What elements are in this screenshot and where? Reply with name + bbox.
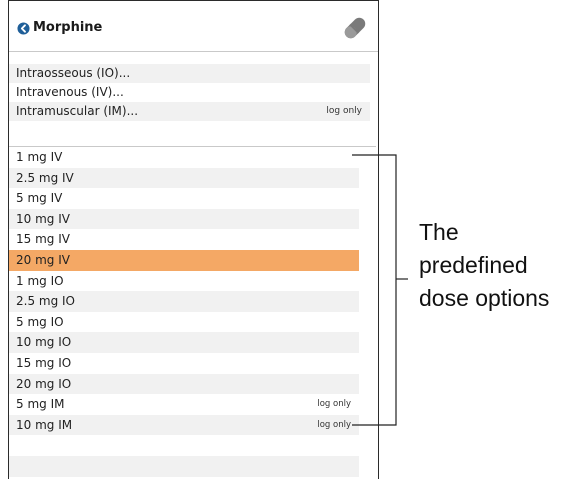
dose-item[interactable]: 1 mg IV <box>9 147 359 168</box>
route-item-intraosseous[interactable]: Intraosseous (IO)... <box>9 64 370 83</box>
dose-item[interactable]: 20 mg IO <box>9 373 359 395</box>
dose-item[interactable]: 2.5 mg IO <box>9 291 359 312</box>
log-only-tag: log only <box>317 419 351 430</box>
dose-label: 5 mg IV <box>16 191 63 206</box>
dose-label: 1 mg IO <box>16 273 64 288</box>
dose-list: 1 mg IV 2.5 mg IV 5 mg IV 10 mg IV 15 mg… <box>9 147 359 477</box>
dose-label: 2.5 mg IV <box>16 170 74 185</box>
dose-item[interactable]: 5 mg IM log only <box>9 394 359 415</box>
annotation-line: predefined <box>419 252 528 278</box>
dose-item[interactable]: 10 mg IO <box>9 332 359 353</box>
dose-item[interactable]: 5 mg IO <box>9 312 359 333</box>
dose-label: 5 mg IO <box>16 314 64 329</box>
dose-item-selected[interactable]: 20 mg IV <box>9 249 359 271</box>
dose-item[interactable]: 10 mg IV <box>9 208 359 230</box>
dose-item[interactable]: 1 mg IO <box>9 271 359 292</box>
route-item-intravenous[interactable]: Intravenous (IV)... <box>9 83 370 102</box>
pill-icon[interactable] <box>340 13 370 43</box>
dose-label: 20 mg IO <box>16 376 72 391</box>
empty-row <box>9 435 359 456</box>
route-label: Intramuscular (IM)... <box>16 104 139 118</box>
annotation-text: The predefined dose options <box>419 216 549 315</box>
empty-row <box>9 455 359 477</box>
panel-header: Morphine <box>9 1 378 52</box>
dose-label: 10 mg IM <box>16 417 73 432</box>
medication-title: Morphine <box>33 20 103 35</box>
annotation-line: dose options <box>419 285 550 311</box>
dose-item[interactable]: 2.5 mg IV <box>9 167 359 189</box>
dose-item[interactable]: 5 mg IV <box>9 188 359 209</box>
dose-label: 2.5 mg IO <box>16 294 76 309</box>
dose-item[interactable]: 10 mg IM log only <box>9 414 359 436</box>
route-list: Intraosseous (IO)... Intravenous (IV)...… <box>9 64 370 121</box>
route-label: Intravenous (IV)... <box>16 85 124 99</box>
dose-label: 15 mg IV <box>16 232 70 247</box>
medication-panel: Morphine Intraosseous (IO)... Intravenou… <box>8 0 379 479</box>
dose-item[interactable]: 15 mg IO <box>9 353 359 374</box>
annotation-line: The <box>419 219 459 245</box>
route-item-intramuscular[interactable]: Intramuscular (IM)... log only <box>9 102 370 121</box>
dose-label: 1 mg IV <box>16 150 63 164</box>
dose-label: 10 mg IV <box>16 211 70 226</box>
dose-label: 5 mg IM <box>16 397 65 412</box>
log-only-tag: log only <box>326 106 362 116</box>
dose-label: 20 mg IV <box>16 252 70 267</box>
dose-label: 15 mg IO <box>16 355 72 370</box>
log-only-tag: log only <box>317 399 351 410</box>
route-label: Intraosseous (IO)... <box>16 66 131 80</box>
back-arrow-icon[interactable] <box>17 22 30 35</box>
dose-item[interactable]: 15 mg IV <box>9 229 359 250</box>
dose-label: 10 mg IO <box>16 335 72 350</box>
